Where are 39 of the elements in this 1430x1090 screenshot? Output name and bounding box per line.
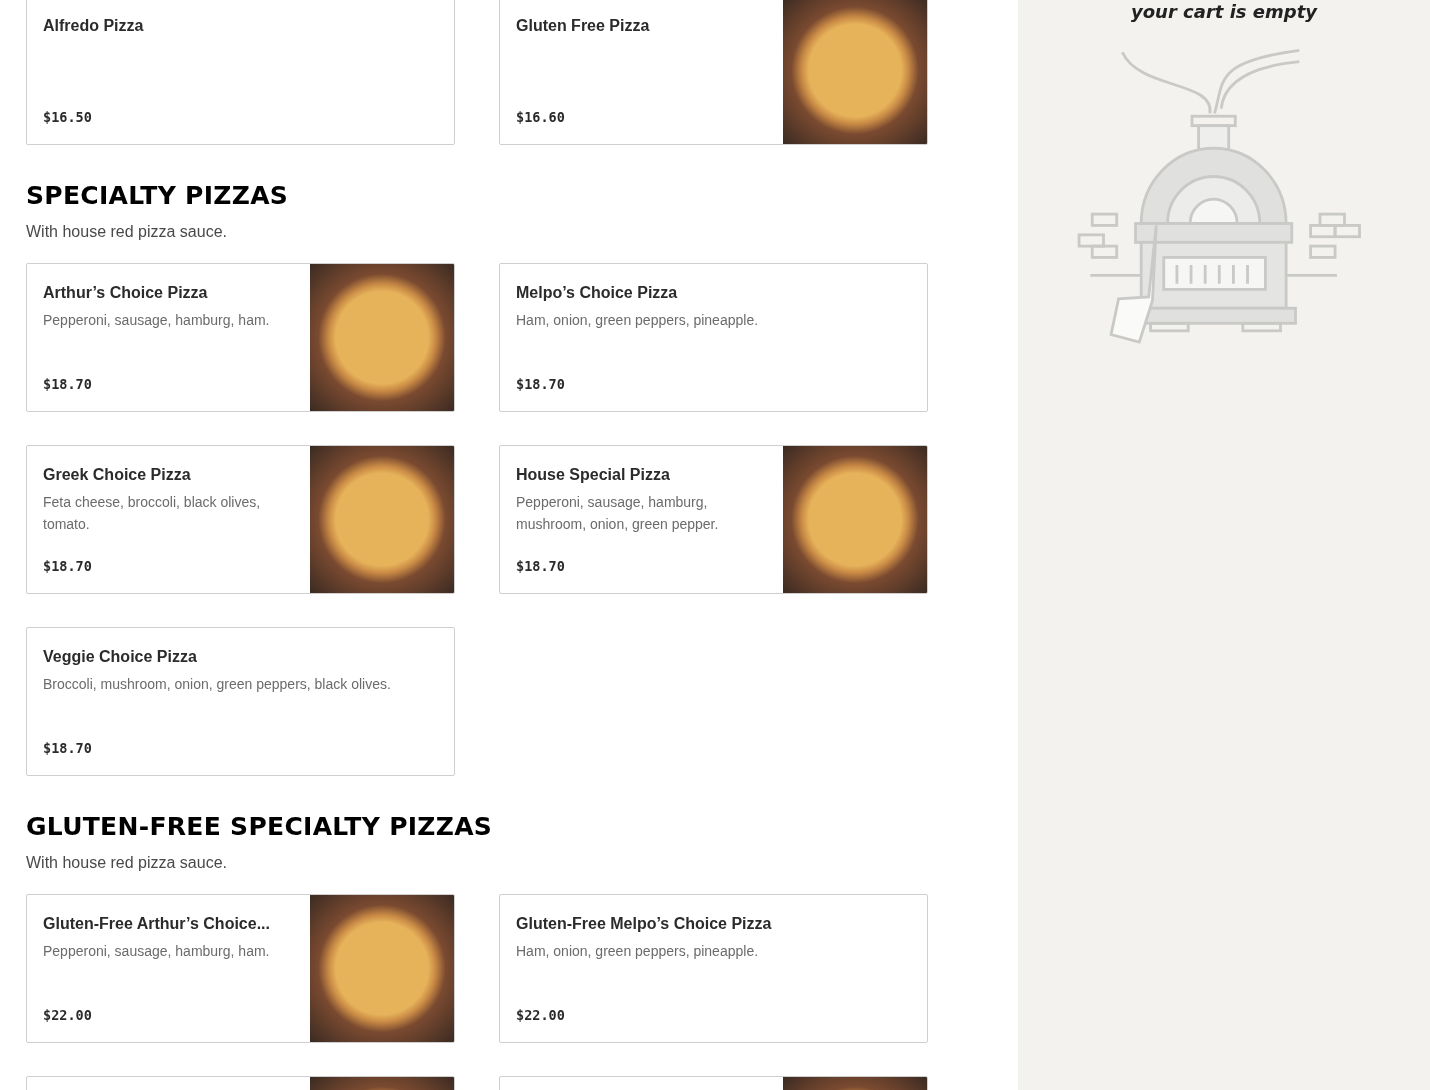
menu-item-card[interactable]: House Special Pizza Pepperoni, sausage, hamburg, mushroom, onion, green pepper. $18.70 — [499, 445, 928, 594]
item-price: $22.00 — [516, 1007, 566, 1023]
item-price: $18.70 — [516, 558, 566, 574]
section-subtitle: With house red pizza sauce. — [26, 222, 228, 242]
item-name: Gluten-Free Melpo’s Choice Pizza — [516, 914, 773, 934]
item-price: $18.70 — [516, 376, 566, 392]
empty-cart-message: your cart is empty — [1131, 2, 1317, 22]
item-price: $18.70 — [43, 558, 93, 574]
item-name: Arthur’s Choice Pizza — [43, 283, 209, 303]
item-name: House Special Pizza — [516, 465, 671, 485]
item-name: Veggie Choice Pizza — [43, 647, 198, 667]
item-name: Gluten-Free Arthur’s Choice... — [43, 914, 271, 934]
item-description: Broccoli, mushroom, onion, green peppers, black olives. — [43, 675, 392, 694]
menu-item-card[interactable]: Arthur’s Choice Pizza Pepperoni, sausage, hamburg, ham. $18.70 — [26, 263, 455, 412]
item-name: Alfredo Pizza — [43, 16, 145, 36]
menu-item-card[interactable]: Veggie Choice Pizza Broccoli, mushroom, onion, green peppers, black olives. $18.70 — [26, 627, 455, 776]
menu-item-card[interactable]: Greek Choice Pizza Feta cheese, broccoli, black olives, tomato. $18.70 — [26, 445, 455, 594]
item-price: $16.60 — [516, 109, 566, 125]
menu-item-card[interactable]: Alfredo Pizza $16.50 — [26, 0, 455, 145]
section-heading: SPECIALTY PIZZAS — [26, 181, 290, 211]
item-name: Gluten Free Pizza — [516, 16, 651, 36]
section-subtitle: With house red pizza sauce. — [26, 853, 228, 873]
item-description: Pepperoni, sausage, hamburg, mushroom, onion, green pepper. — [516, 493, 720, 534]
item-name: Melpo’s Choice Pizza — [516, 283, 679, 303]
item-description: Ham, onion, green peppers, pineapple. — [516, 311, 760, 330]
item-description: Pepperoni, sausage, hamburg, ham. — [43, 942, 271, 961]
item-name: Greek Choice Pizza — [43, 465, 192, 485]
item-price: $18.70 — [43, 376, 93, 392]
item-price: $22.00 — [43, 1007, 93, 1023]
menu-item-card[interactable]: Gluten-Free Arthur’s Choice... Pepperoni, sausage, hamburg, ham. $22.00 — [26, 894, 455, 1043]
item-description: Feta cheese, broccoli, black olives, tomato. — [43, 493, 262, 534]
item-description: Pepperoni, sausage, hamburg, ham. — [43, 311, 271, 330]
menu-item-card[interactable]: Melpo’s Choice Pizza Ham, onion, green peppers, pineapple. $18.70 — [499, 263, 928, 412]
menu-item-card[interactable]: Gluten Free Pizza $16.60 — [499, 0, 928, 145]
item-price: $18.70 — [43, 740, 93, 756]
item-price: $16.50 — [43, 109, 93, 125]
menu-item-card[interactable]: Gluten-Free Melpo’s Choice Pizza Ham, onion, green peppers, pineapple. $22.00 — [499, 894, 928, 1043]
section-heading: GLUTEN-FREE SPECIALTY PIZZAS — [26, 812, 494, 842]
item-description: Ham, onion, green peppers, pineapple. — [516, 942, 760, 961]
